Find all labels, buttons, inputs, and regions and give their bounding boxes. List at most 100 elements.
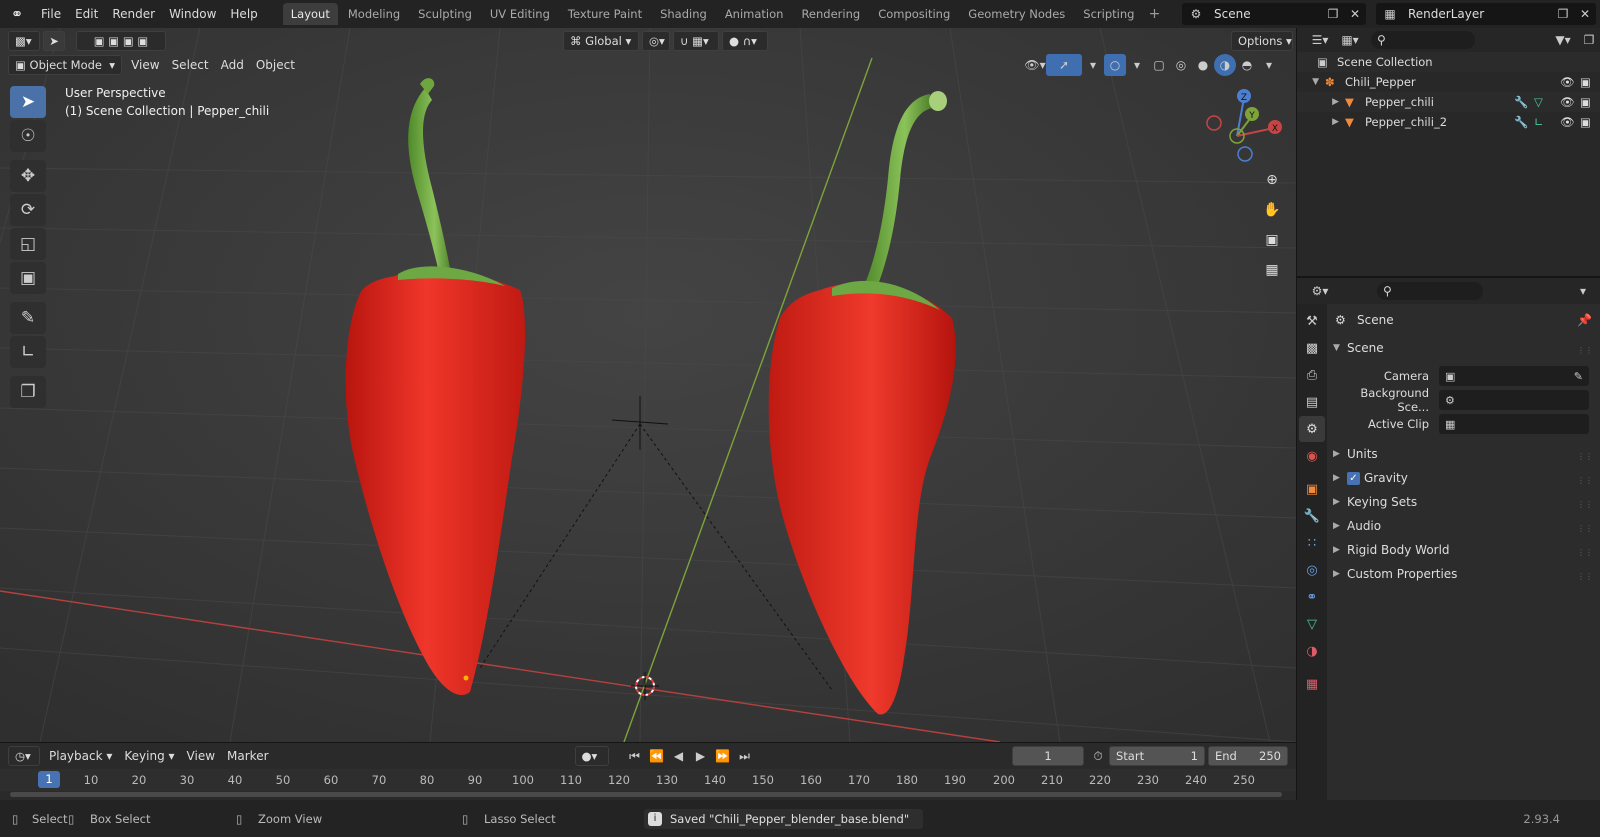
active-tool-icon[interactable]: ➤ (43, 31, 65, 51)
play-icon[interactable]: ▶ (690, 745, 712, 767)
tab-compositing[interactable]: Compositing (870, 3, 958, 25)
scene-selector[interactable]: ⚙ Scene ❐ ✕ (1182, 3, 1366, 25)
tool-tab-icon[interactable]: ⚒ (1299, 308, 1325, 334)
menu-add[interactable]: Add (215, 55, 250, 75)
display-mode-icon[interactable]: ▦▾ (1335, 29, 1365, 51)
wireframe-shading-icon[interactable]: ◎ (1170, 54, 1192, 76)
measure-tool-icon[interactable]: ∟ (10, 336, 46, 368)
keying-sets-panel-header[interactable]: ▶ Keying Sets ⋮⋮ (1329, 490, 1600, 514)
eye-icon[interactable]: 👁 (1560, 95, 1580, 109)
selection-mode-buttons[interactable]: ▣ ▣ ▣ ▣ (76, 31, 166, 51)
menu-help[interactable]: Help (223, 0, 264, 28)
expand-caret-icon[interactable]: ▶ (1297, 97, 1345, 107)
jump-start-icon[interactable]: ⏮ (624, 745, 646, 767)
start-frame-field[interactable]: Start 1 (1109, 746, 1205, 766)
play-reverse-icon[interactable]: ◀ (668, 745, 690, 767)
menu-object[interactable]: Object (250, 55, 301, 75)
new-collection-icon[interactable]: ❐ (1578, 29, 1600, 51)
camera-render-icon[interactable]: ▣ (1580, 75, 1600, 89)
eyedropper-icon[interactable]: ✎ (1574, 370, 1589, 383)
menu-keying[interactable]: Keying ▾ (118, 746, 180, 766)
pin-icon[interactable]: 📌 (1577, 313, 1600, 327)
visibility-icon[interactable]: 👁▾ (1024, 54, 1046, 76)
add-cube-tool-icon[interactable]: ❐ (10, 376, 46, 408)
background-scene-field[interactable]: ⚙ (1439, 390, 1589, 410)
tab-texture-paint[interactable]: Texture Paint (560, 3, 650, 25)
xray-toggle-icon[interactable]: ▢ (1148, 54, 1170, 76)
object-tab-icon[interactable]: ▣ (1299, 476, 1325, 502)
transform-orientation-dropdown[interactable]: ⌘ Global ▾ (563, 31, 639, 51)
custom-properties-panel-header[interactable]: ▶ Custom Properties ⋮⋮ (1329, 562, 1600, 586)
object-mode-dropdown[interactable]: ▣ Object Mode ▾ (8, 55, 123, 75)
shading-dropdown-icon[interactable]: ▾ (1258, 54, 1280, 76)
expand-caret-icon[interactable]: ▶ (1297, 117, 1345, 127)
3d-viewport[interactable]: ▩▾ ➤ ▣ ▣ ▣ ▣ ⌘ Global ▾ ◎▾ ∪ ▦▾ ● ∩▾ Opt… (0, 28, 1296, 742)
scene-collection-row[interactable]: ▣ Scene Collection (1297, 52, 1600, 72)
close-icon[interactable]: ✕ (1574, 3, 1596, 25)
current-frame-field[interactable]: 1 (1012, 746, 1084, 766)
scene-panel-header[interactable]: ▼ Scene ⋮⋮ (1329, 336, 1600, 360)
overlay-dropdown-icon[interactable]: ▾ (1126, 54, 1148, 76)
material-tab-icon[interactable]: ◑ (1299, 638, 1325, 664)
panel-grip[interactable]: ⋮⋮ (1577, 548, 1593, 557)
neg-z-axis-handle[interactable] (1237, 146, 1253, 162)
overlay-toggle-icon[interactable]: ○ (1104, 54, 1126, 76)
menu-view[interactable]: View (125, 55, 165, 75)
add-workspace-button[interactable]: + (1144, 3, 1164, 25)
panel-grip[interactable]: ⋮⋮ (1577, 452, 1593, 461)
frame-ruler[interactable]: 1 10 20 30 40 50 60 70 80 90 100 110 120… (0, 769, 1296, 791)
render-tab-icon[interactable]: ▩ (1299, 335, 1325, 361)
tab-rendering[interactable]: Rendering (793, 3, 868, 25)
rendered-shading-icon[interactable]: ◓ (1236, 54, 1258, 76)
menu-select[interactable]: Select (166, 55, 215, 75)
options-dropdown[interactable]: Options ▾ (1231, 31, 1293, 51)
auto-keying-toggle[interactable]: ●▾ (574, 746, 609, 766)
modifier-wrench-icon[interactable]: 🔧 (1514, 95, 1534, 109)
audio-panel-header[interactable]: ▶ Audio ⋮⋮ (1329, 514, 1600, 538)
view-layer-selector[interactable]: ▦ RenderLayer ❐ ✕ (1376, 3, 1596, 25)
scene-tab-icon[interactable]: ⚙ (1299, 416, 1325, 442)
new-view-layer-icon[interactable]: ❐ (1552, 3, 1574, 25)
transform-tool-icon[interactable]: ▣ (10, 262, 46, 294)
panel-grip[interactable]: ⋮⋮ (1577, 476, 1593, 485)
outliner-editor-type-icon[interactable]: ☰▾ (1305, 29, 1335, 51)
gravity-checkbox[interactable]: ✓ (1347, 471, 1360, 485)
constraints-tab-icon[interactable]: ⚭ (1299, 584, 1325, 610)
perspective-toggle-icon[interactable]: ▦ (1258, 256, 1286, 284)
camera-render-icon[interactable]: ▣ (1580, 115, 1600, 129)
proportional-editing-toggle[interactable]: ● ∩▾ (722, 31, 768, 51)
menu-timeline-view[interactable]: View (181, 746, 221, 766)
zoom-icon[interactable]: ⊕ (1258, 166, 1286, 194)
menu-playback[interactable]: Playback ▾ (43, 746, 118, 766)
cursor-tool-icon[interactable]: ☉ (10, 120, 46, 152)
vertex-group-icon[interactable]: ∟ (1534, 115, 1560, 129)
snap-toggle[interactable]: ∪ ▦▾ (673, 31, 719, 51)
panel-grip[interactable]: ⋮⋮ (1577, 346, 1593, 355)
menu-edit[interactable]: Edit (68, 0, 105, 28)
camera-field[interactable]: ▣ ✎ (1439, 366, 1589, 386)
tab-uv-editing[interactable]: UV Editing (482, 3, 558, 25)
timeline-editor-type-button[interactable]: ◷▾ (8, 746, 40, 766)
filter-icon[interactable]: ▼▾ (1548, 29, 1578, 51)
units-panel-header[interactable]: ▶ Units ⋮⋮ (1329, 442, 1600, 466)
select-box-tool-icon[interactable]: ➤ (10, 86, 46, 118)
properties-editor-type-icon[interactable]: ⚙▾ (1305, 280, 1335, 302)
camera-render-icon[interactable]: ▣ (1580, 95, 1600, 109)
menu-marker[interactable]: Marker (221, 746, 274, 766)
collection-row[interactable]: ▼ ✽ Chili_Pepper 👁 ▣ (1297, 72, 1600, 92)
tab-shading[interactable]: Shading (652, 3, 715, 25)
pivot-point-dropdown[interactable]: ◎▾ (642, 31, 670, 51)
current-frame-indicator[interactable]: 1 (38, 771, 60, 788)
mesh-data-icon[interactable]: ▽ (1534, 95, 1560, 109)
options-chevron-down-icon[interactable]: ▾ (1572, 280, 1594, 302)
jump-end-icon[interactable]: ⏭ (734, 745, 756, 767)
modifier-wrench-icon[interactable]: 🔧 (1514, 115, 1534, 129)
panel-grip[interactable]: ⋮⋮ (1577, 500, 1593, 509)
tab-modeling[interactable]: Modeling (340, 3, 408, 25)
menu-render[interactable]: Render (105, 0, 162, 28)
annotate-tool-icon[interactable]: ✎ (10, 302, 46, 334)
object-row-pepper-chili-2[interactable]: ▶ ▼ Pepper_chili_2 🔧 ∟ 👁 ▣ (1297, 112, 1600, 132)
menu-window[interactable]: Window (162, 0, 223, 28)
close-icon[interactable]: ✕ (1344, 3, 1366, 25)
tab-scripting[interactable]: Scripting (1075, 3, 1142, 25)
